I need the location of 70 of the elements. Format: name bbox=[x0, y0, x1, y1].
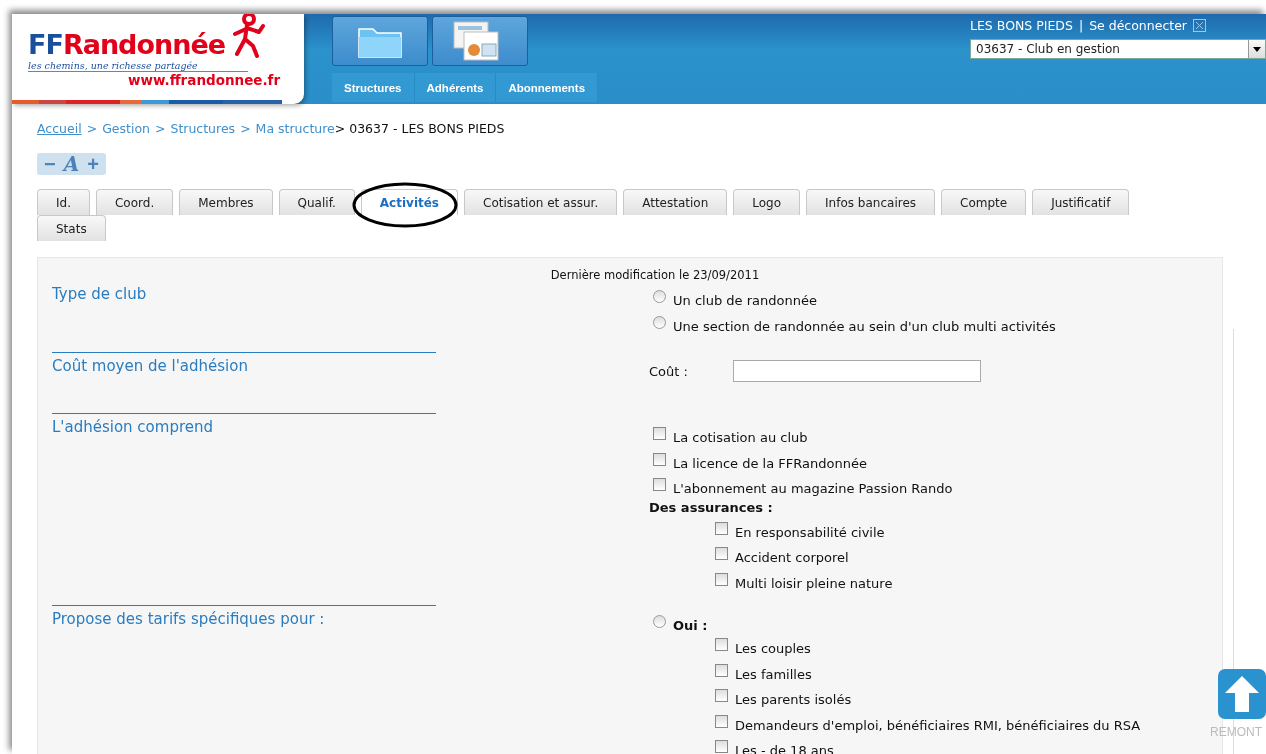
tab[interactable]: Coord. bbox=[96, 189, 174, 215]
close-icon[interactable] bbox=[1193, 19, 1206, 32]
logo-tagline: les chemins, une richesse partagée bbox=[28, 60, 248, 72]
section-label: Coût moyen de l'adhésion bbox=[52, 357, 248, 375]
option-label: La cotisation au club bbox=[673, 430, 808, 446]
logo-prefix: FF bbox=[28, 29, 63, 60]
option-label: Les parents isolés bbox=[735, 692, 852, 708]
documents-button[interactable] bbox=[432, 16, 528, 66]
section-label: Propose des tarifs spécifiques pour : bbox=[52, 610, 325, 628]
checkbox[interactable] bbox=[715, 714, 728, 728]
option-label: La licence de la FFRandonnée bbox=[673, 455, 867, 471]
tab[interactable]: Justificatif bbox=[1032, 189, 1130, 215]
tab[interactable]: Id. bbox=[37, 189, 90, 215]
breadcrumb-link[interactable]: Accueil bbox=[37, 121, 82, 136]
option-label: Une section de randonnée au sein d'un club multi activités bbox=[673, 318, 1056, 334]
logo-url: www.ffrandonnee.fr bbox=[128, 72, 282, 88]
checkbox[interactable] bbox=[653, 478, 666, 492]
checkbox[interactable] bbox=[715, 521, 728, 535]
option-label: Accident corporel bbox=[735, 550, 849, 566]
checkbox[interactable] bbox=[715, 572, 728, 586]
checkbox[interactable] bbox=[715, 689, 728, 703]
breadcrumb-link[interactable]: Ma structure bbox=[255, 121, 335, 136]
scroll-top-label: REMONT bbox=[1210, 725, 1262, 739]
breadcrumb-current: > 03637 - LES BONS PIEDS bbox=[334, 121, 505, 136]
cost-input[interactable] bbox=[732, 360, 981, 382]
option-label: L'abonnement au magazine Passion Rando bbox=[673, 481, 953, 497]
tab[interactable]: Compte bbox=[941, 189, 1027, 215]
option-label: Multi loisir pleine nature bbox=[735, 575, 893, 591]
field-label: Coût : bbox=[649, 363, 688, 379]
tab[interactable]: Cotisation et assur. bbox=[464, 189, 618, 215]
section-label: Type de club bbox=[52, 285, 147, 303]
logo-wordmark: Randonnée bbox=[62, 29, 226, 60]
subheading: Des assurances : bbox=[649, 499, 774, 517]
caret-icon bbox=[1253, 46, 1261, 52]
logout-link[interactable]: Se déconnecter bbox=[1089, 18, 1187, 33]
up-arrow-icon bbox=[1225, 676, 1259, 712]
option-label: Les familles bbox=[735, 666, 812, 682]
scroll-top-button[interactable] bbox=[1218, 669, 1266, 719]
checkbox[interactable] bbox=[715, 663, 728, 677]
checkbox[interactable] bbox=[715, 547, 728, 561]
tab[interactable]: Qualif. bbox=[278, 189, 355, 215]
option-label: En responsabilité civile bbox=[735, 524, 885, 540]
last-modified: Dernière modification le 23/09/2011 bbox=[549, 268, 761, 282]
checkbox[interactable] bbox=[653, 427, 666, 441]
option-label: Oui : bbox=[673, 617, 708, 633]
checkbox[interactable] bbox=[715, 740, 728, 754]
folder-button[interactable] bbox=[332, 16, 428, 66]
tab[interactable]: Logo bbox=[733, 189, 801, 215]
structure-select[interactable]: 03637 - Club en gestion bbox=[970, 39, 1266, 59]
radio-button[interactable] bbox=[653, 315, 666, 329]
breadcrumb-separator: > bbox=[154, 121, 166, 136]
option-label: Un club de randonnée bbox=[673, 293, 817, 309]
option-label: Les couples bbox=[735, 641, 811, 657]
breadcrumb-separator: > bbox=[240, 121, 251, 136]
tab[interactable]: Activités bbox=[360, 189, 458, 215]
tab[interactable]: Attestation bbox=[623, 189, 728, 215]
breadcrumb-separator: > bbox=[86, 121, 98, 136]
breadcrumb-link[interactable]: Gestion bbox=[102, 121, 150, 136]
checkbox[interactable] bbox=[653, 452, 666, 466]
breadcrumb-link[interactable]: Structures bbox=[170, 121, 236, 136]
radio-button[interactable] bbox=[653, 290, 666, 304]
user-name: LES BONS PIEDS bbox=[970, 18, 1073, 33]
section-label: L'adhésion comprend bbox=[52, 418, 213, 436]
tab[interactable]: Stats bbox=[37, 215, 106, 241]
option-label: Demandeurs d'emploi, bénéficiaires RMI, bénéficiaires du RSA bbox=[735, 717, 1141, 733]
radio-button[interactable] bbox=[653, 614, 666, 628]
checkbox[interactable] bbox=[715, 638, 728, 652]
tab[interactable]: Membres bbox=[179, 189, 273, 215]
tab[interactable]: Infos bancaires bbox=[806, 189, 936, 215]
separator: | bbox=[1078, 18, 1084, 33]
